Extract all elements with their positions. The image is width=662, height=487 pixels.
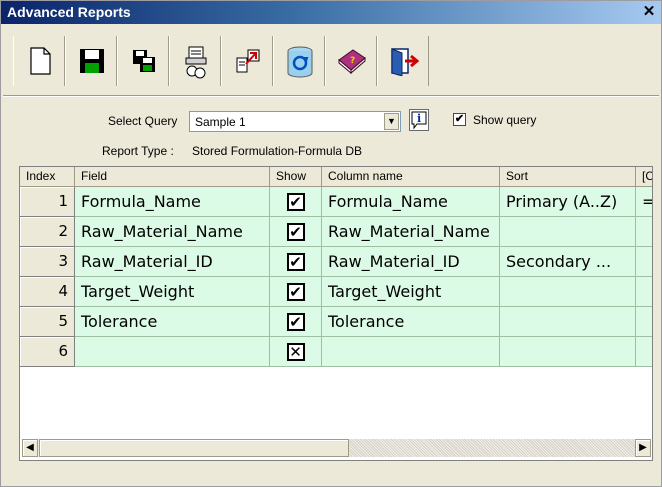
report-type-value: Stored Formulation-Formula DB	[192, 144, 363, 158]
sort-cell[interactable]	[500, 217, 636, 247]
operator-cell[interactable]	[636, 247, 652, 277]
row-index[interactable]: 2	[20, 217, 75, 247]
show-cell: ✔	[270, 307, 322, 337]
scroll-left-button[interactable]: ◀	[22, 439, 38, 457]
scroll-track[interactable]	[349, 439, 635, 457]
show-query-checkbox[interactable]: ✔	[453, 113, 466, 126]
column-header-sort[interactable]: Sort	[500, 167, 636, 187]
print-preview-button[interactable]	[169, 36, 221, 86]
row-index[interactable]: 3	[20, 247, 75, 277]
svg-text:i: i	[417, 112, 421, 125]
save-as-button[interactable]	[117, 36, 169, 86]
field-cell[interactable]: Target_Weight	[75, 277, 270, 307]
operator-cell[interactable]	[636, 337, 652, 367]
show-cell: ✔	[270, 187, 322, 217]
column-name-cell[interactable]: Target_Weight	[322, 277, 500, 307]
column-header-show[interactable]: Show	[270, 167, 322, 187]
query-info-button[interactable]: i	[409, 109, 429, 131]
query-select[interactable]: Sample 1 ▼	[189, 111, 401, 132]
table-row[interactable]: 6 ✕	[20, 337, 652, 367]
sort-cell[interactable]	[500, 277, 636, 307]
show-cell: ✔	[270, 217, 322, 247]
horizontal-scrollbar[interactable]: ◀ ▶	[22, 439, 651, 457]
row-index[interactable]: 6	[20, 337, 75, 367]
column-name-cell[interactable]: Tolerance	[322, 307, 500, 337]
window-title: Advanced Reports	[7, 4, 131, 20]
operator-cell[interactable]	[636, 277, 652, 307]
report-type-label: Report Type :	[102, 144, 174, 158]
advanced-reports-window: Advanced Reports ✕ ? Select Query Sample…	[0, 0, 662, 487]
operator-cell[interactable]: =	[636, 187, 652, 217]
close-button[interactable]: ✕	[641, 4, 657, 20]
query-select-value: Sample 1	[195, 115, 246, 129]
column-name-cell[interactable]: Formula_Name	[322, 187, 500, 217]
save-icon	[80, 49, 104, 73]
operator-cell[interactable]	[636, 217, 652, 247]
row-index[interactable]: 5	[20, 307, 75, 337]
database-refresh-button[interactable]	[273, 36, 325, 86]
column-header-operator[interactable]: [Ope	[636, 167, 652, 187]
table-row[interactable]: 1 Formula_Name ✔ Formula_Name Primary (A…	[20, 187, 652, 217]
operator-cell[interactable]	[636, 307, 652, 337]
scroll-right-button[interactable]: ▶	[635, 439, 651, 457]
print-preview-icon	[185, 46, 207, 79]
title-bar[interactable]: Advanced Reports ✕	[1, 1, 661, 24]
row-index[interactable]: 1	[20, 187, 75, 217]
column-header-field[interactable]: Field	[75, 167, 270, 187]
show-cell: ✔	[270, 277, 322, 307]
table-row[interactable]: 2 Raw_Material_Name ✔ Raw_Material_Name	[20, 217, 652, 247]
show-checkbox[interactable]: ✔	[286, 283, 305, 301]
show-checkbox[interactable]: ✔	[286, 193, 305, 211]
sort-cell[interactable]: Primary (A..Z)	[500, 187, 636, 217]
help-book-icon: ?	[338, 49, 366, 75]
scroll-thumb[interactable]	[39, 439, 349, 457]
field-cell[interactable]: Formula_Name	[75, 187, 270, 217]
help-book-button[interactable]: ?	[325, 36, 377, 86]
column-name-cell[interactable]: Raw_Material_Name	[322, 217, 500, 247]
query-grid: Index Field Show Column name Sort [Ope 1…	[19, 166, 653, 461]
export-button[interactable]	[221, 36, 273, 86]
column-name-cell[interactable]: Raw_Material_ID	[322, 247, 500, 277]
show-cell: ✔	[270, 247, 322, 277]
toolbar-separator	[3, 95, 659, 97]
toolbar: ?	[13, 36, 429, 86]
exit-icon	[391, 48, 419, 76]
show-checkbox[interactable]: ✔	[286, 313, 305, 331]
sort-cell[interactable]: Secondary ...	[500, 247, 636, 277]
column-header-column-name[interactable]: Column name	[322, 167, 500, 187]
row-index[interactable]: 4	[20, 277, 75, 307]
new-report-icon	[30, 47, 51, 75]
save-button[interactable]	[65, 36, 117, 86]
column-header-index[interactable]: Index	[20, 167, 75, 187]
show-query-label: Show query	[473, 113, 537, 127]
show-checkbox[interactable]: ✔	[286, 253, 305, 271]
export-icon	[236, 49, 260, 73]
column-name-cell[interactable]	[322, 337, 500, 367]
sort-cell[interactable]	[500, 337, 636, 367]
table-row[interactable]: 5 Tolerance ✔ Tolerance	[20, 307, 652, 337]
table-row[interactable]: 3 Raw_Material_ID ✔ Raw_Material_ID Seco…	[20, 247, 652, 277]
chevron-down-icon[interactable]: ▼	[384, 113, 399, 130]
info-icon: i	[411, 111, 427, 130]
select-query-label: Select Query	[108, 114, 178, 128]
grid-header: Index Field Show Column name Sort [Ope	[20, 167, 652, 187]
exit-button[interactable]	[377, 36, 429, 86]
new-report-button[interactable]	[13, 36, 65, 86]
show-checkbox[interactable]: ✕	[286, 343, 305, 361]
field-cell[interactable]: Raw_Material_Name	[75, 217, 270, 247]
table-row[interactable]: 4 Target_Weight ✔ Target_Weight	[20, 277, 652, 307]
database-refresh-icon	[287, 46, 313, 78]
field-cell[interactable]	[75, 337, 270, 367]
save-as-icon	[133, 50, 155, 72]
field-cell[interactable]: Raw_Material_ID	[75, 247, 270, 277]
sort-cell[interactable]	[500, 307, 636, 337]
show-checkbox[interactable]: ✔	[286, 223, 305, 241]
show-cell: ✕	[270, 337, 322, 367]
svg-text:?: ?	[350, 56, 355, 66]
field-cell[interactable]: Tolerance	[75, 307, 270, 337]
